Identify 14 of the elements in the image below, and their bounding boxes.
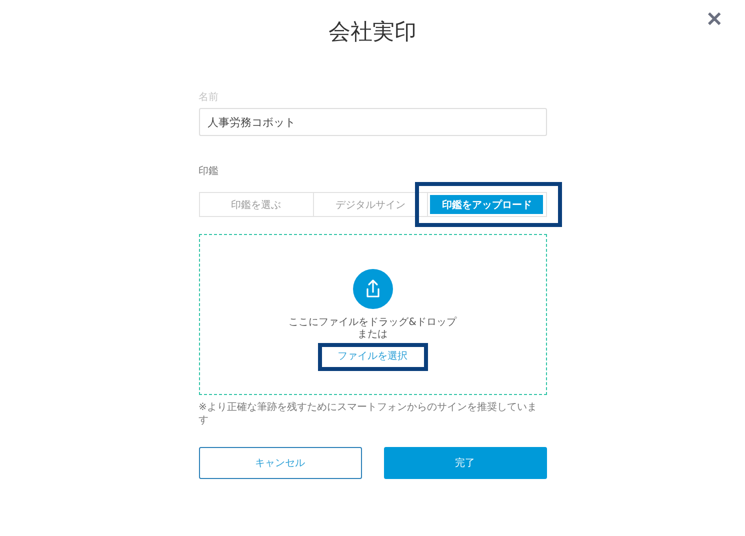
cancel-button[interactable]: キャンセル <box>198 447 362 479</box>
name-field[interactable]: 人事労務コボット <box>198 108 546 136</box>
drop-zone[interactable]: ここにファイルをドラッグ&ドロップ または ファイルを選択 <box>198 234 546 395</box>
select-file-link[interactable]: ファイルを選択 <box>338 350 408 364</box>
upload-icon <box>352 269 392 309</box>
hint-text: ※より正確な筆跡を残すためにスマートフォンからのサインを推奨しています <box>198 401 538 427</box>
drop-instruction: ここにファイルをドラッグ&ドロップ <box>288 317 456 329</box>
dialog-title: 会社実印 <box>328 19 416 47</box>
field-label: 名前 <box>198 92 220 104</box>
or-text: または <box>358 329 388 341</box>
done-button[interactable]: 完了 <box>384 447 546 479</box>
close-button[interactable]: ✕ <box>704 8 725 32</box>
tab[interactable]: 印鑑をアップロード <box>430 195 544 214</box>
field-label: 印鑑 <box>198 166 220 178</box>
